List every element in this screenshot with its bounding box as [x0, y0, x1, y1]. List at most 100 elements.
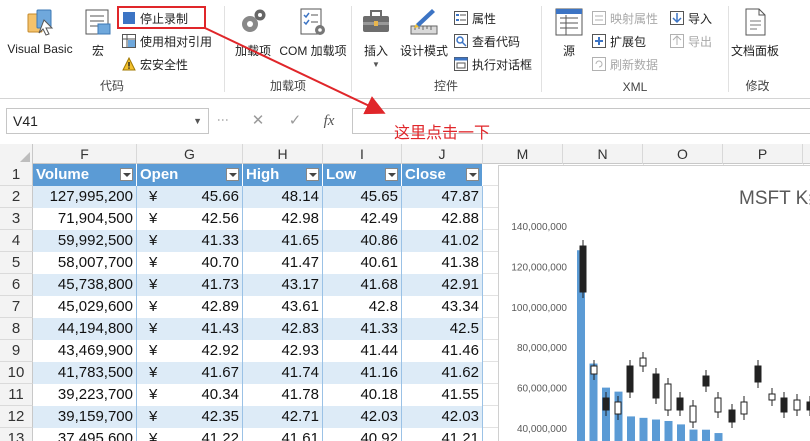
table-cell[interactable]: 40.61	[323, 252, 402, 274]
table-cell[interactable]: ¥40.34	[137, 384, 243, 406]
table-cell[interactable]: 43.61	[243, 296, 323, 318]
row-header[interactable]: 8	[0, 318, 33, 340]
column-header-g[interactable]: G	[137, 144, 243, 164]
table-cell[interactable]: 41.38	[402, 252, 483, 274]
filter-dropdown-icon[interactable]	[306, 168, 319, 181]
table-cell[interactable]: 41.68	[323, 274, 402, 296]
row-header[interactable]: 5	[0, 252, 33, 274]
row-header[interactable]: 2	[0, 186, 33, 208]
column-header-j[interactable]: J	[402, 144, 483, 164]
table-cell[interactable]: 41.65	[243, 230, 323, 252]
table-cell[interactable]: ¥41.67	[137, 362, 243, 384]
header-volume[interactable]: Volume	[33, 164, 137, 186]
table-cell[interactable]: ¥41.43	[137, 318, 243, 340]
macro-security-button[interactable]: 宏安全性	[122, 54, 188, 74]
table-cell[interactable]: 39,223,700	[33, 384, 137, 406]
name-box[interactable]: V41 ▼	[6, 108, 209, 134]
table-cell[interactable]: 43,469,900	[33, 340, 137, 362]
table-cell[interactable]: 41.47	[243, 252, 323, 274]
insert-function-button[interactable]: fx	[317, 110, 341, 132]
chevron-down-icon[interactable]: ▼	[193, 109, 202, 133]
table-cell[interactable]: ¥40.70	[137, 252, 243, 274]
table-cell[interactable]: 42.49	[323, 208, 402, 230]
header-open[interactable]: Open	[137, 164, 243, 186]
table-cell[interactable]: 44,194,800	[33, 318, 137, 340]
relative-reference-button[interactable]: 使用相对引用	[122, 31, 212, 51]
table-cell[interactable]: 42.83	[243, 318, 323, 340]
table-cell[interactable]: 48.14	[243, 186, 323, 208]
table-cell[interactable]: 41.02	[402, 230, 483, 252]
table-cell[interactable]: 47.87	[402, 186, 483, 208]
table-cell[interactable]: 127,995,200	[33, 186, 137, 208]
header-high[interactable]: High	[243, 164, 323, 186]
table-cell[interactable]: 58,007,700	[33, 252, 137, 274]
filter-dropdown-icon[interactable]	[385, 168, 398, 181]
table-cell[interactable]: ¥42.56	[137, 208, 243, 230]
filter-dropdown-icon[interactable]	[120, 168, 133, 181]
properties-button[interactable]: 属性	[454, 8, 496, 28]
enter-icon[interactable]: ✓	[283, 110, 307, 132]
table-cell[interactable]: 41.46	[402, 340, 483, 362]
table-cell[interactable]: 42.03	[323, 406, 402, 428]
table-cell[interactable]: ¥41.73	[137, 274, 243, 296]
map-properties-button[interactable]: 映射属性	[592, 8, 658, 28]
table-cell[interactable]: 42.91	[402, 274, 483, 296]
row-header[interactable]: 13	[0, 428, 33, 441]
addins-button[interactable]: 加载项	[229, 6, 277, 59]
expansion-packs-button[interactable]: 扩展包	[592, 31, 646, 51]
header-low[interactable]: Low	[323, 164, 402, 186]
table-cell[interactable]: 59,992,500	[33, 230, 137, 252]
row-header[interactable]: 12	[0, 406, 33, 428]
table-cell[interactable]: 43.17	[243, 274, 323, 296]
table-cell[interactable]: 42.88	[402, 208, 483, 230]
table-cell[interactable]: 42.71	[243, 406, 323, 428]
row-header[interactable]: 1	[0, 164, 33, 186]
macros-button[interactable]: 宏	[80, 6, 116, 59]
table-cell[interactable]: 41.74	[243, 362, 323, 384]
view-code-button[interactable]: 查看代码	[454, 31, 520, 51]
table-cell[interactable]: 43.34	[402, 296, 483, 318]
column-header-m[interactable]: M	[483, 144, 563, 164]
table-cell[interactable]: ¥41.22	[137, 428, 243, 441]
table-cell[interactable]: ¥42.92	[137, 340, 243, 362]
column-header-h[interactable]: H	[243, 144, 323, 164]
table-cell[interactable]: 42.98	[243, 208, 323, 230]
table-cell[interactable]: 40.92	[323, 428, 402, 441]
table-cell[interactable]: 37,495,600	[33, 428, 137, 441]
row-header[interactable]: 3	[0, 208, 33, 230]
table-cell[interactable]: ¥42.35	[137, 406, 243, 428]
table-cell[interactable]: 71,904,500	[33, 208, 137, 230]
refresh-data-button[interactable]: 刷新数据	[592, 54, 658, 74]
row-header[interactable]: 9	[0, 340, 33, 362]
table-cell[interactable]: 41.44	[323, 340, 402, 362]
table-cell[interactable]: 40.18	[323, 384, 402, 406]
source-button[interactable]: 源	[552, 6, 586, 59]
document-panel-button[interactable]: 文档面板	[729, 6, 781, 59]
table-cell[interactable]: 42.8	[323, 296, 402, 318]
candlestick-chart[interactable]: MSFT K线 140,000,000120,000,000100,000,00…	[498, 165, 810, 441]
table-cell[interactable]: 41.62	[402, 362, 483, 384]
export-button[interactable]: 导出	[670, 31, 712, 51]
table-cell[interactable]: 41.33	[323, 318, 402, 340]
table-cell[interactable]: 40.86	[323, 230, 402, 252]
table-cell[interactable]: 45,029,600	[33, 296, 137, 318]
visual-basic-button[interactable]: Visual Basic	[4, 6, 76, 56]
com-addins-button[interactable]: COM 加载项	[277, 6, 349, 59]
table-cell[interactable]: 41.61	[243, 428, 323, 441]
cancel-icon[interactable]: ✕	[246, 110, 270, 132]
column-header-i[interactable]: I	[323, 144, 402, 164]
filter-dropdown-icon[interactable]	[226, 168, 239, 181]
insert-control-button[interactable]: 插入 ▼	[358, 6, 394, 69]
row-header[interactable]: 4	[0, 230, 33, 252]
column-header-n[interactable]: N	[563, 144, 643, 164]
design-mode-button[interactable]: 设计模式	[396, 6, 452, 59]
filter-dropdown-icon[interactable]	[466, 168, 479, 181]
resize-handle-icon[interactable]: ⋮	[216, 114, 230, 127]
table-cell[interactable]: ¥41.33	[137, 230, 243, 252]
table-cell[interactable]: 41.16	[323, 362, 402, 384]
table-cell[interactable]: 41.55	[402, 384, 483, 406]
table-cell[interactable]: ¥45.66	[137, 186, 243, 208]
row-header[interactable]: 7	[0, 296, 33, 318]
column-header-o[interactable]: O	[643, 144, 723, 164]
table-cell[interactable]: 42.03	[402, 406, 483, 428]
